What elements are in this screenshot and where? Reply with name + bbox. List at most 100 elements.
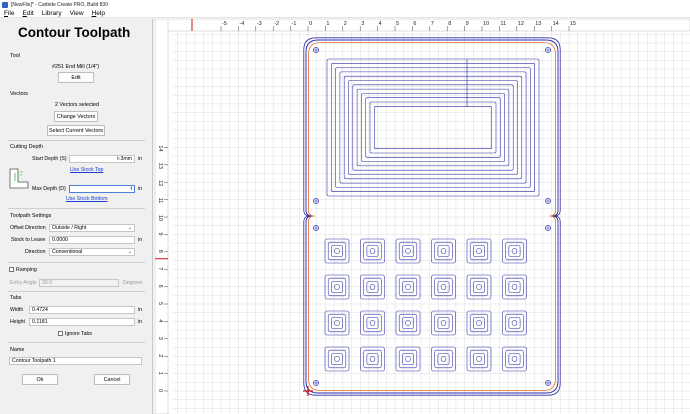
tab-height-field[interactable]: 0.1181 xyxy=(29,318,135,326)
ruler-tick-label: 3 xyxy=(361,21,364,27)
ruler-tick-label: 10 xyxy=(483,21,489,27)
menu-library[interactable]: Library xyxy=(38,10,66,17)
small-pocket-toolpath xyxy=(440,356,447,362)
ignore-tabs-label: Ignore Tabs xyxy=(65,331,93,337)
menu-help[interactable]: Help xyxy=(88,10,109,17)
small-pocket-toolpath xyxy=(327,313,347,333)
small-pocket-toolpath xyxy=(369,248,376,254)
pocket-toolpath xyxy=(369,101,497,154)
divider xyxy=(8,140,145,141)
small-pocket-toolpath xyxy=(437,353,450,365)
small-pocket-toolpath xyxy=(327,349,347,369)
divider xyxy=(8,342,145,343)
vectors-heading: Vectors xyxy=(10,91,28,97)
small-pocket-toolpath xyxy=(369,356,376,362)
edit-tool-button[interactable]: Edit xyxy=(58,72,94,83)
ruler-tick-label: -2 xyxy=(274,21,279,27)
menu-edit[interactable]: Edit xyxy=(19,10,38,17)
depth-diagram-icon xyxy=(9,168,29,189)
ruler-tick-label: 4 xyxy=(157,319,163,322)
small-pocket-toolpath xyxy=(437,281,450,293)
use-stock-bottom-link[interactable]: Use Stock Bottom xyxy=(66,196,108,202)
small-pocket-toolpath xyxy=(476,248,482,254)
max-depth-field[interactable]: t xyxy=(69,185,135,193)
use-stock-top-link[interactable]: Use Stock Top xyxy=(70,167,103,173)
small-pocket-toolpath xyxy=(334,356,340,362)
small-pocket-toolpath xyxy=(402,245,414,257)
ruler-tick-label: 13 xyxy=(535,21,541,27)
chevron-down-icon: ⌄ xyxy=(127,249,132,255)
ramping-checkbox[interactable] xyxy=(9,267,14,272)
ruler-tick-label: 11 xyxy=(157,198,163,204)
offset-direction-select[interactable]: Outside / Right ⌄ xyxy=(49,224,135,232)
ruler-tick-label: 6 xyxy=(413,21,416,27)
start-depth-field[interactable]: t-3mm xyxy=(69,155,135,163)
ok-button[interactable]: Ok xyxy=(22,374,58,385)
tabs-heading: Tabs xyxy=(10,295,22,301)
divider xyxy=(8,291,145,292)
small-pocket-toolpath xyxy=(405,356,411,362)
ruler-tick-label: 15 xyxy=(570,21,576,27)
ruler-tick-label: 5 xyxy=(396,21,399,27)
menu-file[interactable]: File xyxy=(0,10,19,17)
contour-toolpath xyxy=(308,42,556,391)
select-current-vectors-button[interactable]: Select Current Vectors xyxy=(47,125,105,136)
small-pocket-toolpath xyxy=(398,241,418,261)
small-pocket-toolpath xyxy=(505,277,524,297)
ruler-tick-label: 3 xyxy=(157,337,163,340)
ignore-tabs-checkbox[interactable] xyxy=(58,331,63,336)
menu-view[interactable]: View xyxy=(66,10,88,17)
max-depth-label: Max Depth (D) xyxy=(32,186,66,192)
direction-select[interactable]: Conventional ⌄ xyxy=(49,248,135,256)
small-pocket-toolpath xyxy=(369,284,376,290)
ruler-tick-label: 7 xyxy=(431,21,434,27)
ruler-tick-label: 14 xyxy=(553,21,559,27)
tab-height-unit: in xyxy=(138,319,143,325)
ruler-tick-label: 2 xyxy=(157,354,163,357)
pocket-toolpath xyxy=(365,97,501,158)
pocket-toolpath xyxy=(335,67,531,188)
entry-angle-field[interactable]: 20.0 xyxy=(39,279,119,287)
tab-width-field[interactable]: 0.4724 xyxy=(29,306,135,314)
small-pocket-toolpath xyxy=(508,281,521,293)
divider xyxy=(8,262,145,263)
small-pocket-toolpath xyxy=(398,349,418,369)
small-pocket-toolpath xyxy=(473,245,485,257)
menu-bar: File Edit Library View Help xyxy=(0,9,690,18)
design-canvas[interactable]: -5 -4 -3 -2 -1 0 1 2 3 4 5 6 7 8 9 10 11 12 13 14 15 14 13 12 11… xyxy=(155,19,690,414)
small-pocket-toolpath xyxy=(469,349,489,369)
ramping-label: Ramping xyxy=(16,267,37,273)
ruler-tick-label: 5 xyxy=(157,302,163,305)
canvas-svg[interactable]: -5 -4 -3 -2 -1 0 1 2 3 4 5 6 7 8 9 10 11 12 13 14 1514131211… xyxy=(155,19,690,414)
panel-title: Contour Toolpath xyxy=(18,25,131,40)
small-pocket-toolpath xyxy=(473,281,485,293)
ruler-tick-label: 8 xyxy=(448,21,451,27)
ruler-tick-label: 9 xyxy=(157,232,163,235)
stock-to-leave-field[interactable]: 0.0000 xyxy=(49,236,135,244)
vectors-status: 2 Vectors selected xyxy=(55,102,100,108)
text-cursor: 1 xyxy=(52,358,56,364)
cancel-button[interactable]: Cancel xyxy=(94,374,130,385)
ruler-tick-label: 13 xyxy=(157,163,163,169)
change-vectors-button[interactable]: Change Vectors xyxy=(54,111,98,122)
toolpath-settings-heading: Toolpath Settings xyxy=(10,213,52,219)
start-depth-unit: in xyxy=(138,156,143,162)
horizontal-ruler xyxy=(155,19,690,32)
small-pocket-toolpath xyxy=(440,284,447,290)
small-pocket-toolpath xyxy=(505,349,524,369)
small-pocket-toolpath xyxy=(434,277,453,297)
divider xyxy=(8,208,145,209)
small-pocket-toolpath xyxy=(508,317,521,329)
tab-height-label: Height xyxy=(10,319,25,325)
direction-label: Direction xyxy=(25,249,46,255)
ruler-tick-label: 1 xyxy=(157,372,163,375)
toolpath-name-value: Contour Toolpath xyxy=(12,358,52,364)
pocket-toolpath xyxy=(348,80,518,175)
ruler-tick-label: -4 xyxy=(239,21,244,27)
small-pocket-toolpath xyxy=(405,248,411,254)
ruler-tick-label: 4 xyxy=(379,21,382,27)
ruler-tick-label: -3 xyxy=(257,21,262,27)
toolpath-name-field[interactable]: Contour Toolpath 1 xyxy=(9,357,142,365)
pocket-toolpath xyxy=(343,75,523,180)
small-pocket-toolpath xyxy=(508,353,521,365)
